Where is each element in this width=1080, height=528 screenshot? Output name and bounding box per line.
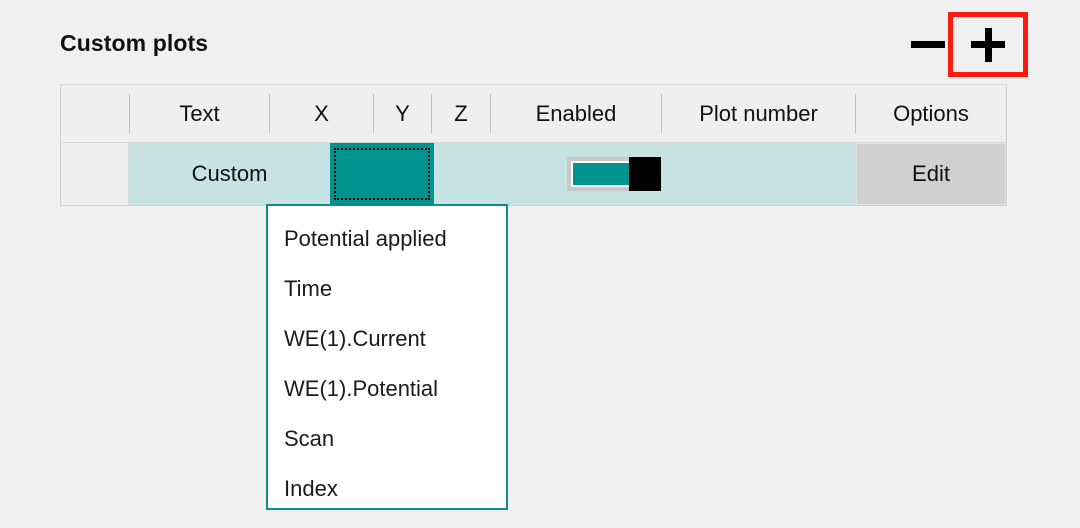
column-header-enabled[interactable]: Enabled xyxy=(491,85,661,142)
x-column-dropdown[interactable]: Potential applied Time WE(1).Current WE(… xyxy=(266,204,508,510)
dropdown-item-time[interactable]: Time xyxy=(268,264,506,314)
dropdown-item-we1-current[interactable]: WE(1).Current xyxy=(268,314,506,364)
toggle-thumb[interactable] xyxy=(629,157,661,191)
focus-rectangle xyxy=(334,148,430,200)
column-header-x[interactable]: X xyxy=(270,85,373,142)
plus-icon-bar xyxy=(971,41,1005,48)
dropdown-item-we1-potential[interactable]: WE(1).Potential xyxy=(268,364,506,414)
add-row-button[interactable] xyxy=(948,12,1028,77)
x-dropdown-list: Potential applied Time WE(1).Current WE(… xyxy=(268,206,506,514)
column-header-y[interactable]: Y xyxy=(374,85,431,142)
column-header-z[interactable]: Z xyxy=(432,85,490,142)
page-title: Custom plots xyxy=(60,30,209,56)
table-row[interactable]: Custom Edit xyxy=(61,143,1006,205)
minus-icon xyxy=(911,41,945,48)
cell-x[interactable] xyxy=(330,143,434,205)
column-header-text[interactable]: Text xyxy=(130,85,269,142)
dropdown-item-index[interactable]: Index xyxy=(268,464,506,514)
column-header-options[interactable]: Options xyxy=(856,85,1006,142)
custom-plots-grid: Text X Y Z Enabled Plot number Options C… xyxy=(60,84,1007,206)
edit-button[interactable]: Edit xyxy=(856,143,1006,205)
cell-y[interactable] xyxy=(434,143,491,205)
remove-row-button[interactable] xyxy=(906,30,950,58)
cell-text[interactable]: Custom xyxy=(130,143,329,205)
row-header-cell[interactable] xyxy=(61,143,129,205)
cell-enabled[interactable] xyxy=(551,143,661,205)
dropdown-item-scan[interactable]: Scan xyxy=(268,414,506,464)
enabled-toggle-switch[interactable] xyxy=(567,157,661,191)
cell-z[interactable] xyxy=(491,143,551,205)
dropdown-item-potential-applied[interactable]: Potential applied xyxy=(268,214,506,264)
column-header-plot-number[interactable]: Plot number xyxy=(662,85,855,142)
cell-plot-number[interactable] xyxy=(662,143,855,205)
row-controls xyxy=(900,8,1035,80)
grid-header-row: Text X Y Z Enabled Plot number Options xyxy=(61,85,1006,143)
